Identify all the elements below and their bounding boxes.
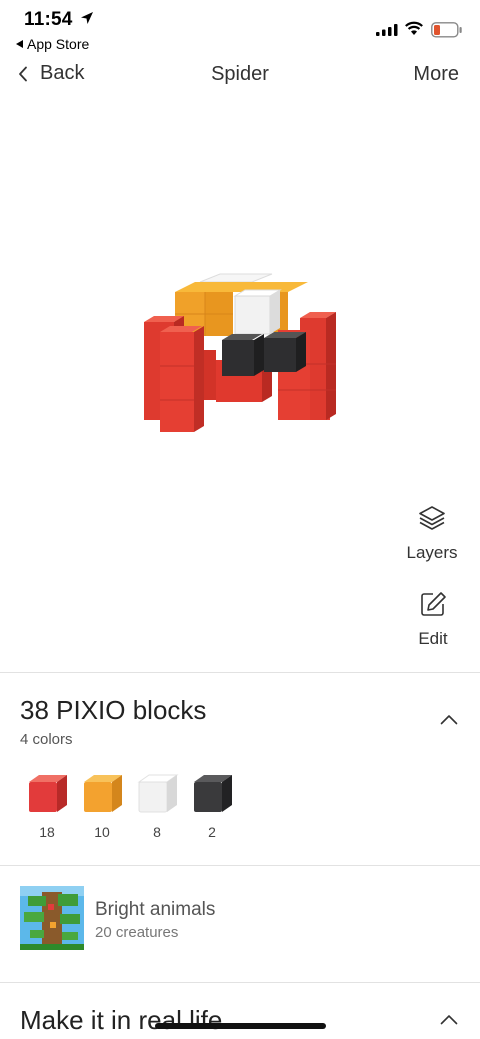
swatch-red: 18 [24, 772, 70, 840]
blocks-title: 38 PIXIO blocks [20, 695, 207, 725]
status-bar: 11:54 App Store [0, 0, 480, 56]
swatch-orange: 10 [79, 772, 125, 840]
real-life-title: Make it in real life [20, 1005, 223, 1035]
chevron-up-icon[interactable] [440, 714, 458, 725]
chevron-up-icon[interactable] [440, 1014, 458, 1025]
edit-icon [421, 592, 446, 616]
black-block-icon [194, 775, 232, 812]
collection-thumbnail [20, 886, 84, 950]
swatch-count: 10 [94, 824, 110, 840]
spider-model-image[interactable] [130, 260, 350, 440]
back-to-app-store[interactable]: App Store [16, 36, 89, 52]
page-title: Spider [211, 63, 269, 85]
red-block-icon [29, 775, 67, 812]
layers-button[interactable]: Layers [392, 504, 472, 563]
divider [0, 982, 480, 983]
collection-row[interactable]: Bright animals 20 creatures [0, 866, 480, 982]
wifi-icon [405, 21, 423, 35]
edit-button[interactable]: Edit [393, 590, 473, 649]
home-indicator[interactable] [155, 1023, 326, 1029]
layers-icon [419, 506, 445, 530]
swatch-black: 2 [189, 772, 235, 840]
white-block-icon [137, 774, 179, 813]
collection-subtitle: 20 creatures [95, 924, 179, 941]
swatch-count: 8 [153, 824, 161, 840]
more-button[interactable]: More [413, 63, 459, 86]
swatch-count: 18 [39, 824, 55, 840]
back-triangle-icon [16, 40, 23, 48]
battery-low-icon [431, 22, 462, 38]
back-app-label: App Store [27, 36, 90, 52]
location-arrow-icon [81, 12, 93, 24]
layers-label: Layers [406, 543, 458, 562]
nav-bar: Back Spider More [0, 56, 480, 96]
orange-block-icon [84, 775, 122, 812]
edit-label: Edit [418, 629, 448, 648]
blocks-subtitle: 4 colors [20, 731, 73, 748]
color-swatches: 18 10 8 2 [24, 772, 244, 840]
divider [0, 672, 480, 673]
signal-icon [376, 24, 398, 36]
collection-name: Bright animals [95, 899, 216, 920]
swatch-count: 2 [208, 824, 216, 840]
swatch-white: 8 [134, 772, 180, 840]
status-time: 11:54 [24, 9, 73, 30]
